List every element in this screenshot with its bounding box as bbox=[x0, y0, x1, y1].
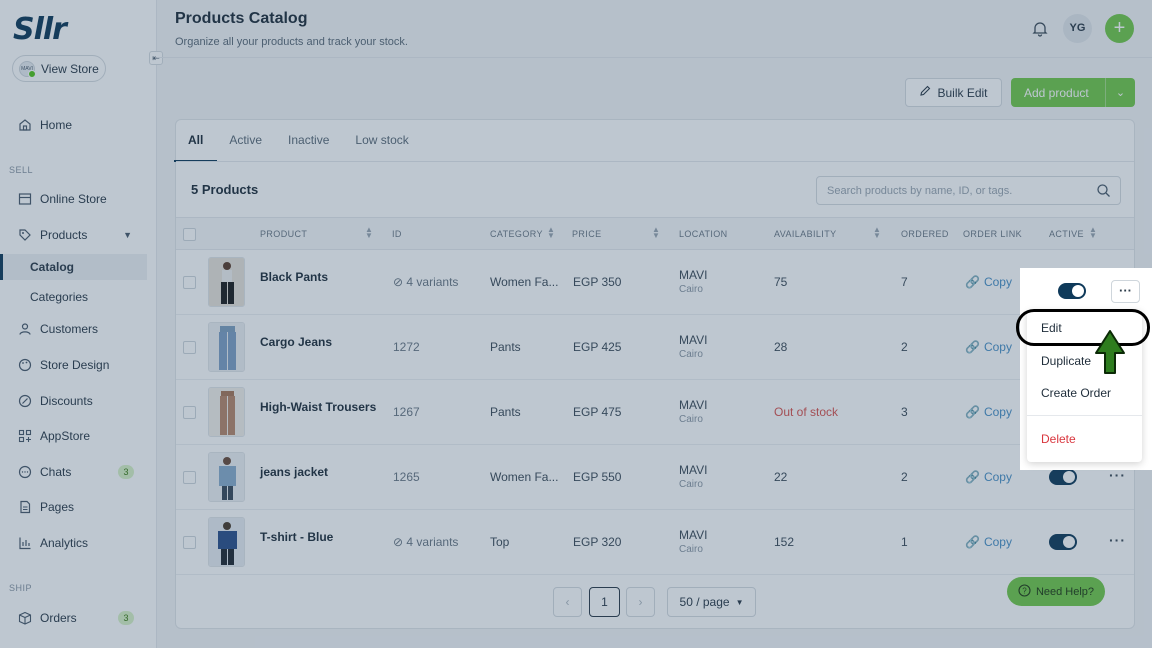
menu-item-create-order[interactable]: Create Order bbox=[1041, 386, 1111, 400]
pointer-arrow-icon bbox=[1095, 330, 1125, 374]
menu-item-duplicate[interactable]: Duplicate bbox=[1041, 354, 1091, 368]
highlight-ring bbox=[1016, 309, 1150, 346]
modal-backdrop bbox=[0, 0, 1152, 648]
menu-item-delete[interactable]: Delete bbox=[1041, 432, 1076, 446]
more-actions-button[interactable]: ··· bbox=[1111, 280, 1140, 303]
active-toggle[interactable] bbox=[1058, 283, 1086, 299]
menu-divider bbox=[1027, 415, 1142, 416]
